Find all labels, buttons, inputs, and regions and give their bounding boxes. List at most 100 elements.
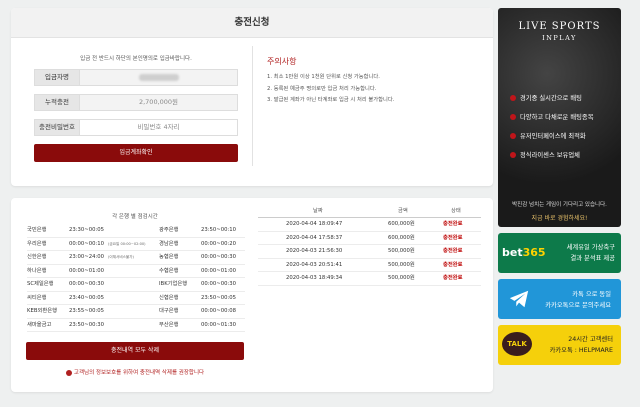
- bank-time: 00:00~01:30: [201, 321, 236, 328]
- caution-item: 3. 발급된 계좌가 아닌 타계좌로 입금 시 처리 불가합니다.: [267, 97, 395, 103]
- bank-row: 새마을금고 23:50~00:30 부산은행 00:00~01:30: [27, 319, 245, 332]
- user-icon: [65, 369, 72, 376]
- live-feature-item: 정식라이센스 보유업체: [510, 150, 594, 159]
- divider: [252, 46, 253, 166]
- privacy-warning: 고객님의 정보보호를 위하여 충전내역 삭제를 권장합니다: [26, 368, 244, 376]
- total-charge-row: 누적충전 2,700,000원: [34, 94, 238, 111]
- depositor-row: 입금자명: [34, 69, 238, 86]
- charge-password-row: 충전비밀번호 비밀번호 4자리: [34, 119, 238, 136]
- bank-time: 00:00~00:30: [201, 254, 236, 260]
- bank-note: (이체서비스불가): [108, 255, 134, 259]
- live-feature-item: 유저인터페이스에 최적화: [510, 131, 594, 140]
- bank-name: 농협은행: [159, 254, 179, 260]
- bullet-icon: [510, 151, 516, 158]
- privacy-warning-text: 고객님의 정보보호를 위하여 충전내역 삭제를 권장합니다: [73, 370, 205, 376]
- bank-name: 수협은행: [159, 267, 179, 274]
- bank-row: 씨티은행 23:40~00:05 신협은행 23:50~00:05: [27, 292, 245, 305]
- confirm-account-button[interactable]: 입금계좌확인: [34, 144, 238, 162]
- bank-row: SC제일은행 00:00~00:30 IBK기업은행 00:00~00:30: [27, 278, 245, 292]
- telegram-banner[interactable]: 카톡 으로 동일 카카오톡으로 문의주세요: [498, 279, 621, 319]
- live-sports-sub: INPLAY: [542, 34, 577, 42]
- bank-note: (금요일 00:00~02:00): [108, 241, 146, 246]
- live-feature-item: 경기중 실시간으로 배팅: [510, 93, 594, 102]
- bank-name: IBK기업은행: [159, 281, 188, 287]
- history-status: 충전완료: [443, 234, 463, 241]
- history-date: 2020-04-03 21:56:30: [286, 248, 343, 255]
- caution-item: 2. 등록된 예금주 명의로만 입금 처리 가능합니다.: [267, 85, 377, 92]
- live-cta: 지금 바로 경험하세요!: [531, 215, 588, 222]
- bank-time: 00:00~00:20: [201, 240, 236, 247]
- history-status: 충전완료: [443, 221, 463, 227]
- total-charge-value: 2,700,000원: [80, 94, 238, 111]
- bank-time: 23:50~00:05: [201, 294, 236, 301]
- bank-time: 00:00~00:08: [201, 308, 236, 314]
- history-amount: 600,000원: [388, 234, 415, 241]
- depositor-label: 입금자명: [34, 69, 80, 86]
- caution-item: 1. 최소 1만원 이상 1천원 단위로 신청 가능합니다.: [267, 74, 380, 80]
- bullet-icon: [510, 94, 516, 101]
- caution-list: 1. 최소 1만원 이상 1천원 단위로 신청 가능합니다. 2. 등록된 예금…: [267, 72, 394, 107]
- bank-time: 00:00~01:00: [69, 267, 104, 274]
- bank-name: 신한은행: [27, 254, 47, 260]
- history-row: 2020-04-03 21:56:30 500,000원 충전완료: [258, 245, 481, 259]
- bank-name: SC제일은행: [27, 281, 54, 287]
- live-feature-item: 다양하고 다채로운 배팅종목: [510, 112, 594, 121]
- bank-name: 씨티은행: [27, 294, 47, 301]
- bank-name: 경남은행: [159, 240, 179, 247]
- caution-title: 주의사항: [267, 57, 297, 66]
- bank-maintenance-title: 각 은행 별 점검시간: [112, 214, 158, 220]
- bank-row: 우리은행 00:00~00:10 (금요일 00:00~02:00) 경남은행 00:0…: [27, 238, 245, 251]
- bet365-banner[interactable]: bet365 세계유일 가상축구 결과 분석표 제공: [498, 233, 621, 273]
- bank-name: 국민은행: [27, 227, 47, 233]
- history-amount: 600,000원: [388, 221, 415, 227]
- total-charge-label: 누적충전: [34, 94, 80, 111]
- history-row: 2020-04-03 18:49:34 500,000원 충전완료: [258, 272, 481, 286]
- history-status: 충전완료: [443, 261, 463, 268]
- bank-name: 광주은행: [159, 227, 179, 233]
- bank-time: 00:00~01:00: [201, 267, 236, 274]
- charge-notice: 입금 전 반드시 하단의 본인명의로 입금바랍니다.: [80, 56, 192, 62]
- history-status: 충전완료: [443, 275, 463, 282]
- history-amount: 500,000원: [388, 275, 415, 282]
- bet365-logo: bet365: [502, 246, 546, 259]
- bank-time: 23:00~24:00: [69, 254, 104, 260]
- history-date: 2020-04-04 18:09:47: [286, 221, 343, 227]
- live-sports-banner[interactable]: LIVE SPORTS INPLAY 경기중 실시간으로 배팅 다양하고 다채로…: [498, 8, 621, 227]
- history-date: 2020-04-04 17:58:37: [286, 234, 343, 241]
- kakaotalk-icon: TALK: [502, 332, 532, 356]
- bank-time: 23:50~00:10: [201, 227, 236, 233]
- history-amount: 500,000원: [388, 261, 415, 268]
- bullet-icon: [510, 113, 516, 120]
- telegram-icon: [509, 290, 529, 308]
- telegram-text: 카톡 으로 동일 카카오톡으로 문의주세요: [545, 291, 611, 309]
- bank-time: 23:50~00:30: [69, 321, 104, 328]
- delete-history-button[interactable]: 충전내역 모두 삭제: [26, 342, 244, 360]
- depositor-field: [80, 69, 238, 86]
- bank-time: 00:00~00:30: [69, 281, 104, 287]
- history-row: 2020-04-04 18:09:47 600,000원 충전완료: [258, 218, 481, 232]
- charge-password-input[interactable]: 비밀번호 4자리: [80, 119, 238, 136]
- bank-time: 23:30~00:05: [69, 227, 104, 233]
- bank-name: 부산은행: [159, 321, 179, 328]
- history-row: 2020-04-04 17:58:37 600,000원 충전완료: [258, 232, 481, 246]
- history-date: 2020-04-03 20:51:41: [286, 261, 343, 268]
- history-status: 충전완료: [443, 248, 463, 255]
- bank-row: 국민은행 23:30~00:05 광주은행 23:50~00:10: [27, 224, 245, 238]
- bank-name: 하나은행: [27, 267, 47, 274]
- kakaotalk-banner[interactable]: TALK 24시간 고객센터 카카오톡 : HELPMARE: [498, 325, 621, 365]
- col-amount: 금액: [398, 208, 408, 214]
- bank-time: 00:00~00:10: [69, 240, 104, 247]
- kakaotalk-text: 24시간 고객센터 카카오톡 : HELPMARE: [549, 336, 613, 354]
- bullet-icon: [510, 132, 516, 139]
- bank-row: KEB외환은행 23:55~00:05 대구은행 00:00~00:08: [27, 305, 245, 319]
- bank-name: 새마을금고: [27, 321, 52, 328]
- bank-time: 00:00~00:30: [201, 281, 236, 287]
- bank-time: 23:55~00:05: [69, 308, 104, 314]
- history-table-header: 날짜 금액 상태: [258, 205, 481, 218]
- bank-name: 우리은행: [27, 240, 47, 247]
- bank-time: 23:40~00:05: [69, 294, 104, 301]
- live-sports-brand: LIVE SPORTS: [518, 21, 601, 32]
- history-row: 2020-04-03 20:51:41 500,000원 충전완료: [258, 259, 481, 273]
- col-status: 상태: [451, 208, 461, 214]
- bank-row: 하나은행 00:00~01:00 수협은행 00:00~01:00: [27, 265, 245, 278]
